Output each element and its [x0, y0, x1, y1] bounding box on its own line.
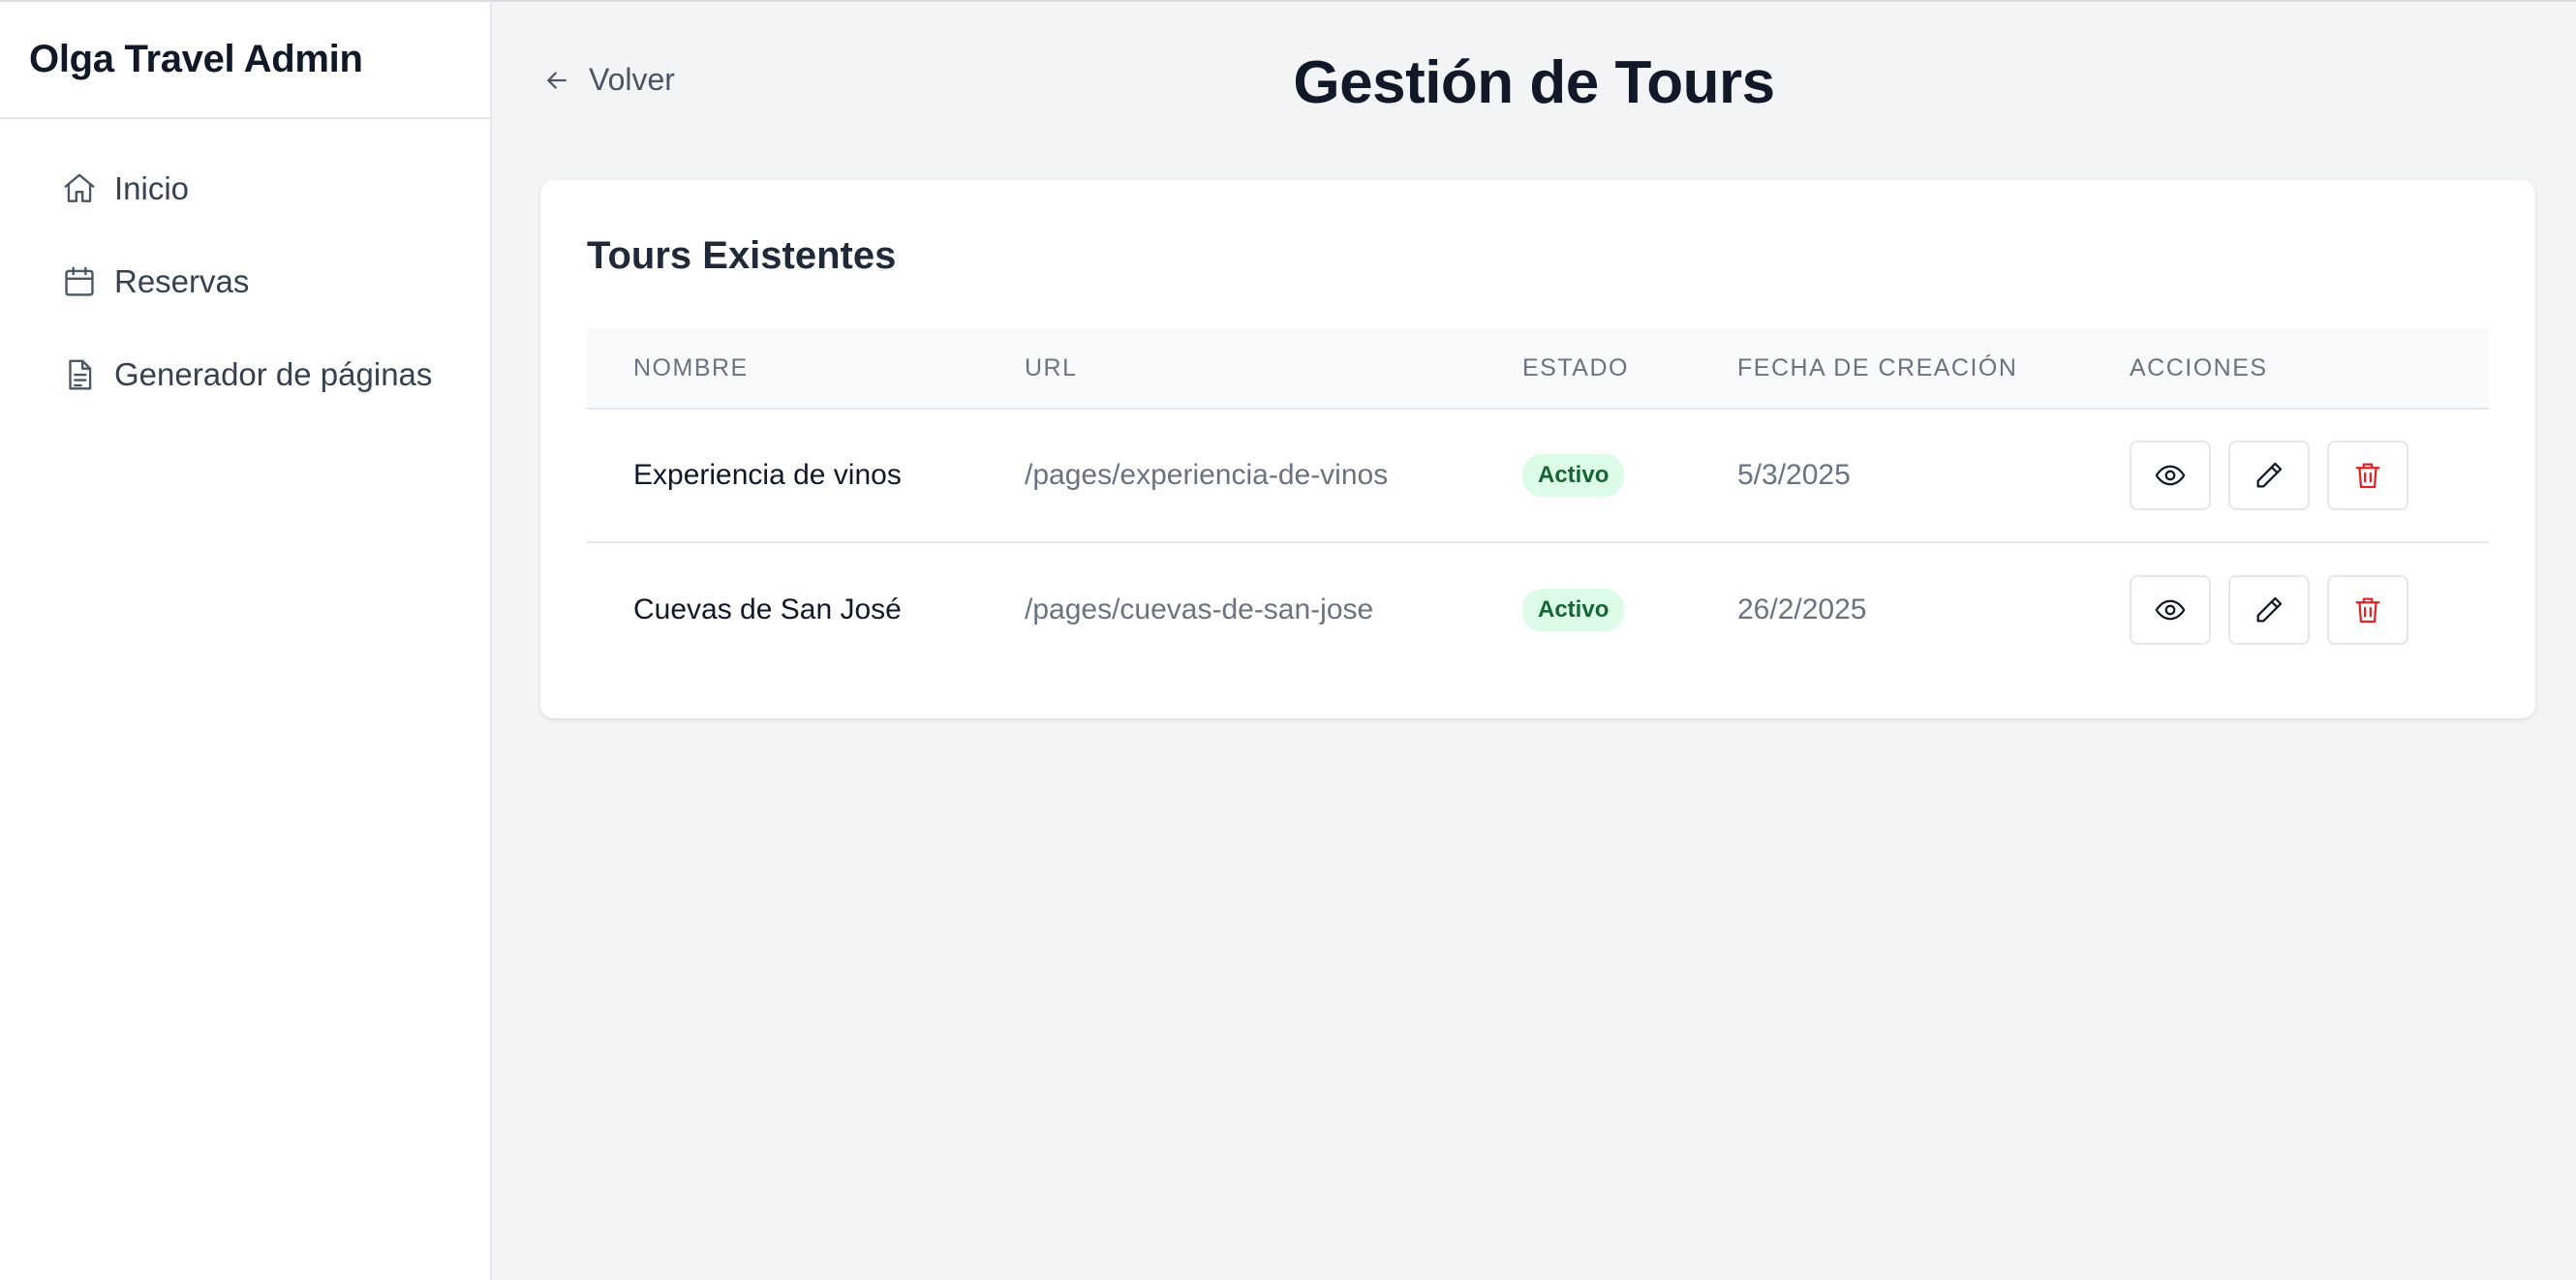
- pencil-icon: [2256, 462, 2283, 488]
- tours-table: NOMBRE URL ESTADO FECHA DE CREACIÓN ACCI…: [587, 329, 2489, 676]
- column-header-estado: ESTADO: [1522, 329, 1737, 410]
- sidebar-nav: Inicio Reservas Generador de páginas: [0, 119, 490, 421]
- status-badge: Activo: [1522, 588, 1625, 631]
- tour-name: Cuevas de San José: [633, 593, 902, 625]
- edit-button[interactable]: [2228, 574, 2310, 645]
- tour-url: /pages/experiencia-de-vinos: [1025, 459, 1389, 491]
- main-content: Volver Gestión de Tours Tours Existentes…: [492, 2, 2576, 1280]
- table-row: Cuevas de San José /pages/cuevas-de-san-…: [587, 542, 2489, 676]
- view-button[interactable]: [2130, 574, 2211, 645]
- trash-icon: [2355, 597, 2380, 623]
- sidebar-item-label: Inicio: [114, 170, 190, 206]
- tour-name: Experiencia de vinos: [633, 459, 902, 491]
- eye-icon: [2155, 599, 2186, 620]
- trash-icon: [2355, 463, 2380, 489]
- column-header-nombre: NOMBRE: [587, 329, 1025, 410]
- column-header-fecha: FECHA DE CREACIÓN: [1737, 329, 2130, 410]
- pencil-icon: [2256, 596, 2283, 622]
- view-button[interactable]: [2130, 441, 2211, 510]
- home-icon: [60, 169, 99, 208]
- document-icon: [60, 355, 99, 394]
- edit-button[interactable]: [2228, 441, 2310, 510]
- status-badge: Activo: [1522, 454, 1625, 497]
- row-actions: [2130, 574, 2489, 645]
- card-title: Tours Existentes: [587, 234, 897, 277]
- sidebar: Olga Travel Admin Inicio Reservas Genera…: [0, 2, 492, 1280]
- calendar-icon: [60, 262, 99, 301]
- column-header-url: URL: [1025, 329, 1522, 410]
- page-title: Gestión de Tours: [1293, 49, 1775, 116]
- delete-button[interactable]: [2327, 574, 2408, 645]
- tour-date: 26/2/2025: [1737, 593, 1867, 625]
- delete-button[interactable]: [2327, 441, 2408, 510]
- tour-date: 5/3/2025: [1737, 459, 1851, 491]
- sidebar-item-inicio[interactable]: Inicio: [0, 142, 490, 235]
- app-root: Olga Travel Admin Inicio Reservas Genera…: [0, 0, 2576, 1280]
- sidebar-item-label: Generador de páginas: [114, 356, 433, 392]
- table-header-row: NOMBRE URL ESTADO FECHA DE CREACIÓN ACCI…: [587, 329, 2489, 410]
- column-header-acciones: ACCIONES: [2130, 329, 2489, 410]
- tour-url: /pages/cuevas-de-san-jose: [1025, 593, 1374, 625]
- sidebar-item-reservas[interactable]: Reservas: [0, 235, 490, 328]
- sidebar-item-generador[interactable]: Generador de páginas: [0, 328, 490, 421]
- tours-card: Tours Existentes NOMBRE URL ESTADO FECHA…: [540, 180, 2535, 718]
- brand-title: Olga Travel Admin: [0, 2, 490, 119]
- eye-icon: [2155, 465, 2186, 486]
- sidebar-item-label: Reservas: [114, 263, 250, 299]
- row-actions: [2130, 441, 2489, 510]
- table-row: Experiencia de vinos /pages/experiencia-…: [587, 409, 2489, 542]
